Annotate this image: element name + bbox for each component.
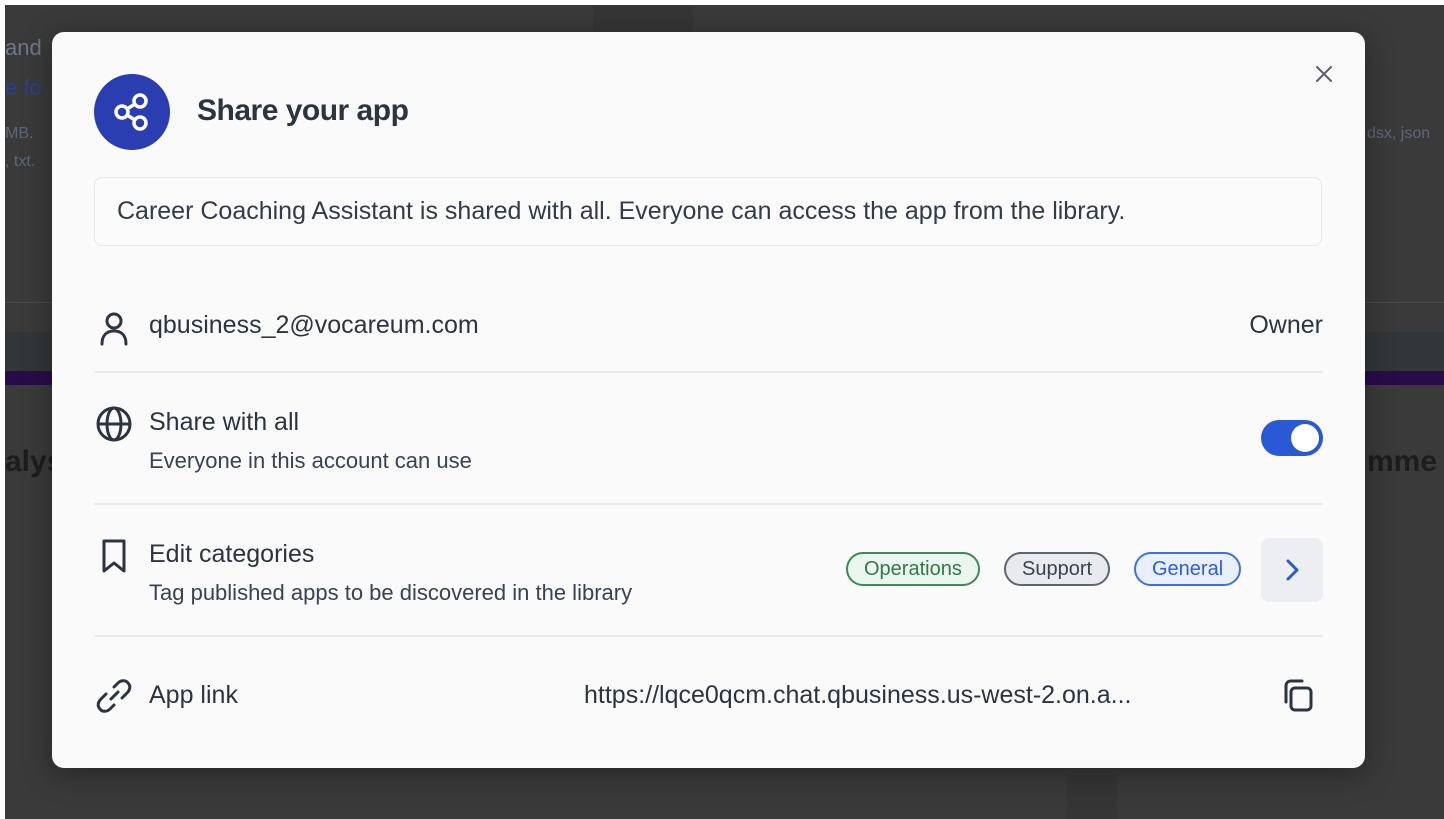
app-link-title: App link [149, 681, 238, 709]
owner-row: qbusiness_2@vocareum.com Owner [94, 302, 1323, 352]
share-with-all-row: Share with all Everyone in this account … [94, 392, 1323, 482]
category-chip-operations[interactable]: Operations [846, 552, 980, 586]
background-text: and [5, 35, 42, 60]
share-dialog: Share your app Career Coaching Assistant… [52, 32, 1365, 768]
share-icon-badge [94, 74, 170, 150]
share-with-all-toggle[interactable] [1261, 420, 1323, 456]
edit-categories-subtitle: Tag published apps to be discovered in t… [149, 580, 633, 605]
background-text: dsx, json [1367, 125, 1431, 142]
background-column [1067, 775, 1117, 819]
app-link-row: App link https://lqce0qcm.chat.qbusiness… [94, 668, 1323, 724]
background-text: , txt. [5, 153, 36, 170]
toggle-knob [1291, 424, 1319, 452]
copy-link-button[interactable] [1273, 671, 1323, 721]
copy-icon [1284, 679, 1313, 712]
share-icon [114, 93, 148, 131]
close-button[interactable] [1310, 60, 1338, 88]
user-icon [100, 312, 128, 346]
share-notice: Career Coaching Assistant is shared with… [94, 177, 1322, 246]
divider [94, 503, 1323, 505]
divider [94, 635, 1323, 637]
bookmark-icon [102, 539, 126, 573]
owner-role: Owner [1249, 311, 1323, 339]
dialog-title: Share your app [197, 94, 409, 127]
share-with-all-subtitle: Everyone in this account can use [149, 448, 472, 473]
background-heading: mme [1367, 445, 1438, 478]
owner-email: qbusiness_2@vocareum.com [149, 311, 479, 339]
close-icon [1316, 66, 1332, 82]
background-link: e fo [5, 75, 42, 100]
category-chip-support[interactable]: Support [1004, 552, 1111, 586]
link-icon [96, 679, 132, 713]
background-column [593, 5, 693, 35]
globe-icon [96, 406, 132, 442]
edit-categories-title: Edit categories [149, 540, 315, 568]
divider [94, 371, 1323, 373]
chevron-right-icon [1286, 559, 1299, 581]
edit-categories-button[interactable] [1261, 538, 1323, 602]
share-with-all-title: Share with all [149, 408, 300, 436]
background-text: MB. [5, 125, 34, 142]
app-link-url[interactable]: https://lqce0qcm.chat.qbusiness.us-west-… [584, 681, 1132, 710]
edit-categories-row: Edit categories Tag published apps to be… [94, 524, 1323, 614]
category-chip-general[interactable]: General [1134, 552, 1242, 586]
